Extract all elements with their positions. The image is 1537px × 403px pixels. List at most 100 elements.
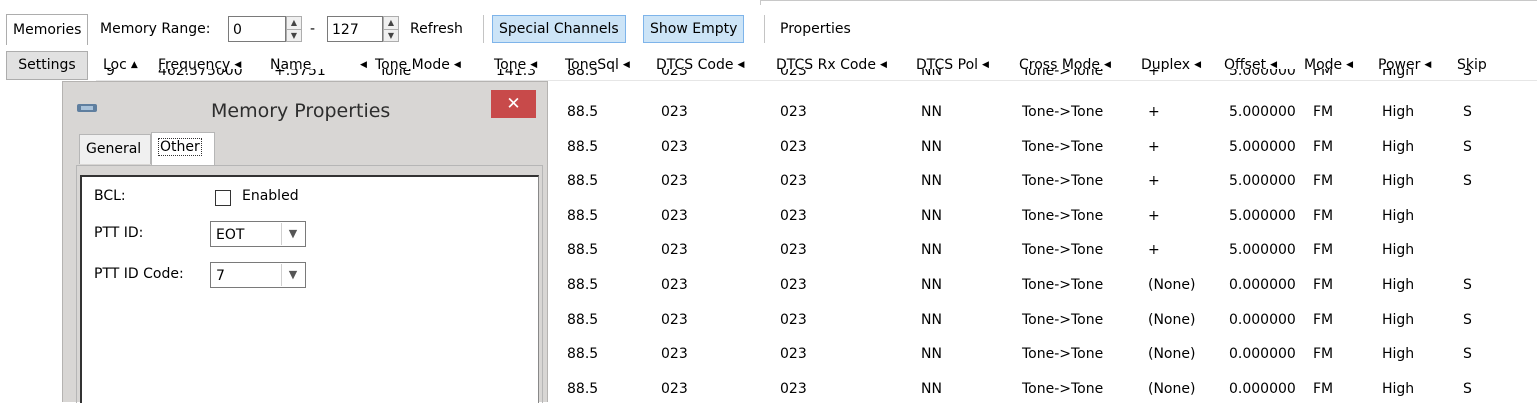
other-tab-panel: BCL: Enabled PTT ID: EOT ▼ PTT ID Code: …	[80, 175, 539, 403]
chevron-down-icon[interactable]: ▼	[281, 223, 304, 245]
cell-power: High	[1382, 346, 1415, 362]
cell-power: High	[1382, 381, 1415, 397]
cell-power: High	[1382, 277, 1415, 293]
range-dash: -	[310, 21, 316, 37]
toolbar-separator	[483, 15, 484, 43]
cell-cross-mode: Tone->Tone	[1022, 277, 1104, 293]
cell-dtcs-rx-code: 023	[780, 173, 807, 189]
cell-mode: FM	[1313, 69, 1334, 79]
cell-cross-mode: Tone->Tone	[1022, 104, 1104, 120]
cell-dtcs-code: 023	[661, 139, 688, 155]
cell-tonesql: 88.5	[567, 139, 599, 155]
range-start-spinner[interactable]: ▲ ▼	[286, 16, 302, 42]
cell-tonesql: 88.5	[567, 69, 599, 79]
cell-frequency: 462.575000	[158, 69, 243, 79]
toolbar-separator	[764, 15, 765, 43]
cell-tonesql: 88.5	[567, 173, 599, 189]
cell-dtcs-rx-code: 023	[780, 346, 807, 362]
cell-duplex: (None)	[1148, 277, 1196, 293]
cell-offset: 5.000000	[1229, 139, 1296, 155]
cell-cross-mode: Tone->Tone	[1022, 312, 1104, 328]
cell-dtcs-pol: NN	[921, 69, 942, 79]
app-icon	[77, 104, 97, 112]
ptt-id-code-label: PTT ID Code:	[94, 266, 184, 282]
cell-skip: S	[1463, 173, 1472, 189]
cell-mode: FM	[1313, 346, 1334, 362]
show-empty-button[interactable]: Show Empty	[643, 15, 745, 43]
cell-name: +.5751	[274, 69, 326, 79]
range-end-input[interactable]: 127	[327, 16, 383, 42]
cell-power: High	[1382, 208, 1415, 224]
cell-dtcs-code: 023	[661, 381, 688, 397]
cell-dtcs-code: 023	[661, 173, 688, 189]
cell-duplex: (None)	[1148, 346, 1196, 362]
window-top-edge	[0, 0, 1537, 8]
cell-cross-mode: Tone->Tone	[1022, 69, 1104, 79]
cell-loc: 9	[106, 69, 115, 79]
spin-up-icon[interactable]: ▲	[287, 17, 301, 29]
cell-dtcs-rx-code: 023	[780, 104, 807, 120]
spin-down-icon[interactable]: ▼	[287, 29, 301, 42]
cell-skip: S	[1463, 346, 1472, 362]
cell-dtcs-pol: NN	[921, 277, 942, 293]
ptt-id-select[interactable]: EOT ▼	[210, 221, 306, 247]
cell-offset: 0.000000	[1229, 312, 1296, 328]
cell-power: High	[1382, 242, 1415, 258]
properties-button[interactable]: Properties	[780, 14, 851, 44]
cell-cross-mode: Tone->Tone	[1022, 139, 1104, 155]
cell-dtcs-code: 023	[661, 346, 688, 362]
tab-other[interactable]: Other	[151, 132, 215, 166]
cell-duplex: +	[1148, 208, 1160, 224]
memory-range-label: Memory Range:	[100, 21, 211, 37]
tab-general[interactable]: General	[79, 134, 151, 164]
cell-cross-mode: Tone->Tone	[1022, 242, 1104, 258]
cell-tonesql: 88.5	[567, 312, 599, 328]
dialog-title-bar[interactable]: Memory Properties ✕	[63, 82, 547, 142]
cell-dtcs-code: 023	[661, 242, 688, 258]
cell-mode: FM	[1313, 208, 1334, 224]
cell-dtcs-rx-code: 023	[780, 242, 807, 258]
cell-offset: 0.000000	[1229, 277, 1296, 293]
memory-properties-dialog[interactable]: Memory Properties ✕ General Other BCL: E…	[62, 81, 548, 403]
refresh-button[interactable]: Refresh	[410, 14, 463, 44]
cell-cross-mode: Tone->Tone	[1022, 173, 1104, 189]
cell-tone: 141.3	[496, 69, 537, 79]
cell-duplex: +	[1148, 139, 1160, 155]
cell-duplex: (None)	[1148, 312, 1196, 328]
cell-dtcs-rx-code: 023	[780, 139, 807, 155]
cell-offset: 5.000000	[1229, 104, 1296, 120]
ptt-id-value: EOT	[216, 227, 245, 243]
cell-power: High	[1382, 173, 1415, 189]
spin-down-icon[interactable]: ▼	[384, 29, 398, 42]
range-start-input[interactable]: 0	[228, 16, 286, 42]
settings-button[interactable]: Settings	[6, 51, 88, 80]
tab-memories[interactable]: Memories	[6, 14, 89, 45]
special-channels-button[interactable]: Special Channels	[492, 15, 626, 43]
cell-mode: FM	[1313, 242, 1334, 258]
cell-duplex: +	[1148, 242, 1160, 258]
cell-cross-mode: Tone->Tone	[1022, 346, 1104, 362]
cell-skip: S	[1463, 139, 1472, 155]
cell-duplex: (None)	[1148, 381, 1196, 397]
bcl-checkbox[interactable]	[215, 190, 231, 206]
chevron-down-icon[interactable]: ▼	[281, 264, 304, 286]
ptt-id-code-value: 7	[216, 268, 225, 284]
cell-dtcs-rx-code: 023	[780, 381, 807, 397]
close-button[interactable]: ✕	[491, 90, 536, 118]
cell-mode: FM	[1313, 381, 1334, 397]
cell-dtcs-pol: NN	[921, 346, 942, 362]
ptt-id-label: PTT ID:	[94, 225, 144, 241]
range-end-spinner[interactable]: ▲ ▼	[383, 16, 399, 42]
cell-offset: 5.000000	[1229, 242, 1296, 258]
cell-power: High	[1382, 69, 1415, 79]
cell-duplex: +	[1148, 104, 1160, 120]
cell-dtcs-code: 023	[661, 208, 688, 224]
cell-dtcs-code: 023	[661, 104, 688, 120]
cell-dtcs-rx-code: 023	[780, 208, 807, 224]
cell-duplex: +	[1148, 173, 1160, 189]
spin-up-icon[interactable]: ▲	[384, 17, 398, 29]
cell-dtcs-pol: NN	[921, 381, 942, 397]
bcl-checkbox-label[interactable]: Enabled	[242, 188, 299, 204]
ptt-id-code-select[interactable]: 7 ▼	[210, 262, 306, 288]
cell-offset: 0.000000	[1229, 381, 1296, 397]
